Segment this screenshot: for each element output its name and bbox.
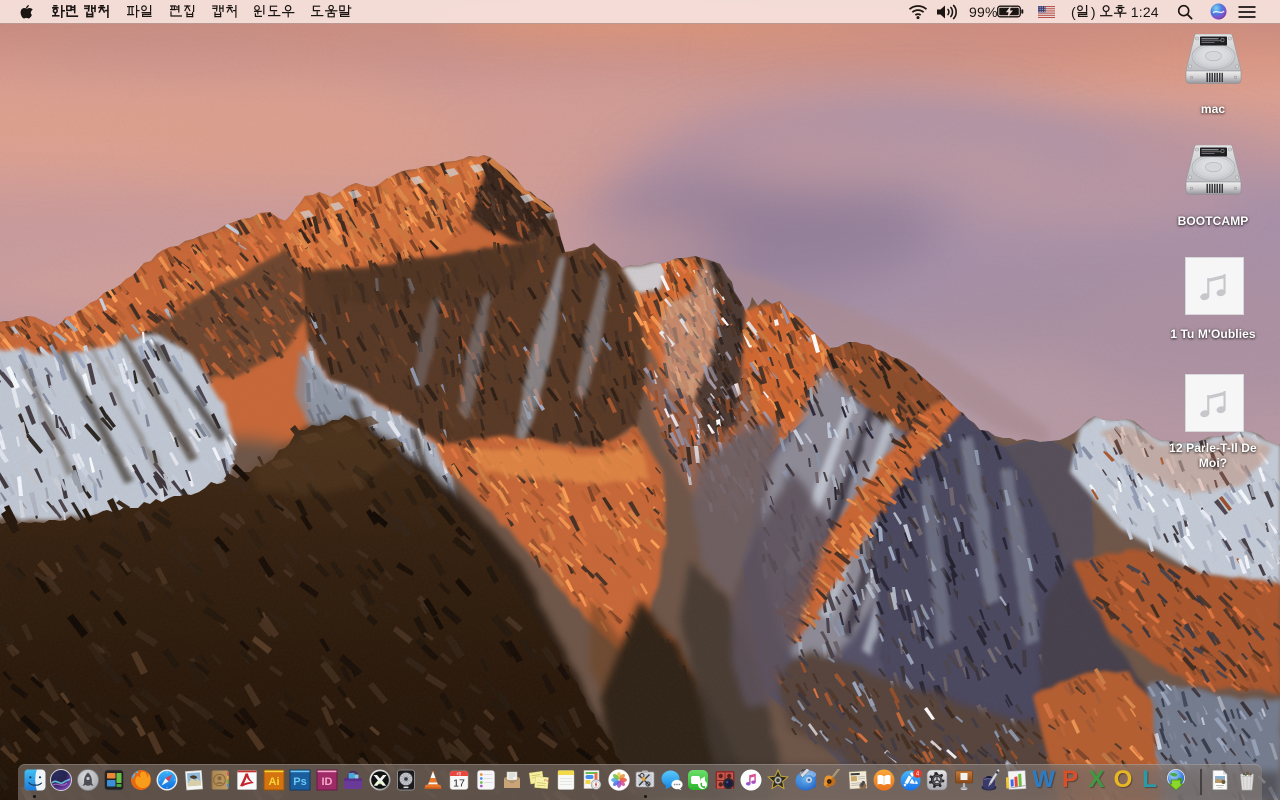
svg-text:Ps: Ps bbox=[293, 776, 306, 788]
svg-text:ID: ID bbox=[321, 776, 332, 788]
svg-text:17: 17 bbox=[453, 778, 465, 790]
svg-text:Ai: Ai bbox=[268, 776, 279, 788]
svg-text:Plan: Plan bbox=[544, 778, 550, 783]
svg-text:6월: 6월 bbox=[457, 771, 462, 776]
